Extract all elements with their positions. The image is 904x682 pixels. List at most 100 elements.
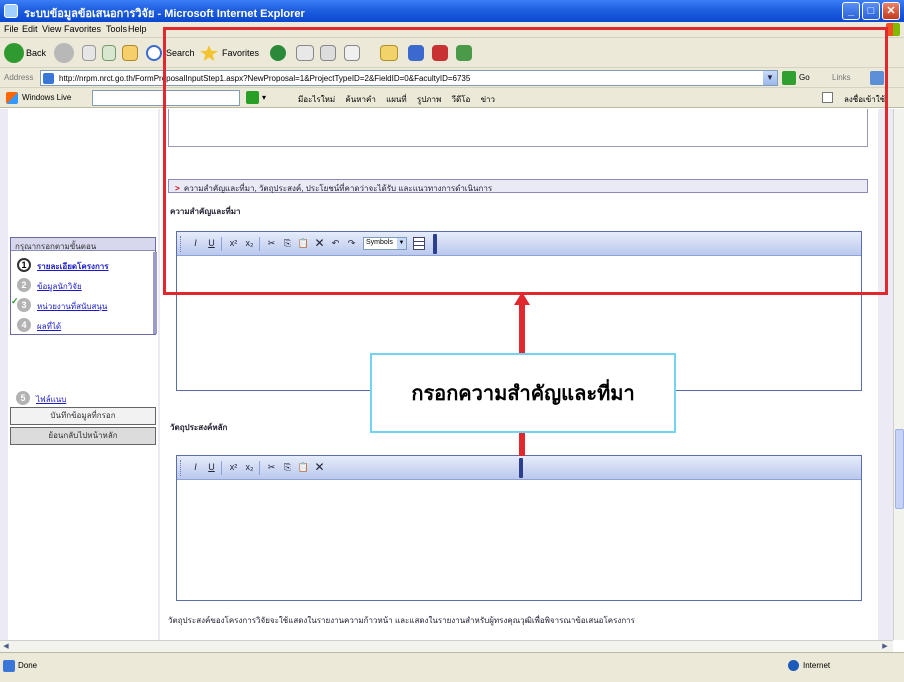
step-1[interactable]: 1 รายละเอียดโครงการ (17, 258, 157, 274)
ie-logo-icon (4, 4, 18, 18)
step-5[interactable]: 5 ไฟล์แนบ (16, 391, 156, 407)
back-label: Back (26, 48, 47, 58)
back-to-main-button[interactable]: ย้อนกลับไปหน้าหลัก (10, 427, 156, 445)
step-4[interactable]: 4 ผลที่ได้ (17, 318, 157, 334)
scroll-right-icon[interactable]: ▶ (880, 642, 890, 651)
vertical-scroll-thumb[interactable] (895, 429, 904, 509)
scroll-left-icon[interactable]: ◀ (1, 642, 11, 651)
close-button[interactable]: ✕ (882, 2, 900, 20)
subscript-button[interactable]: x₂ (243, 237, 256, 250)
back-arrow-icon[interactable] (4, 43, 24, 63)
edit-page-icon[interactable] (344, 45, 360, 61)
live-search-button[interactable] (246, 91, 259, 104)
live-link-new[interactable]: มีอะไรใหม่ (298, 95, 335, 104)
links-label[interactable]: Links (832, 73, 851, 82)
save-data-button[interactable]: บันทึกข้อมูลที่กรอก (10, 407, 156, 425)
live-link-news[interactable]: ข่าว (481, 95, 495, 104)
forward-arrow-icon[interactable] (54, 43, 74, 63)
delete-icon[interactable]: ✕ (313, 461, 326, 474)
menu-help[interactable]: Help (128, 24, 147, 34)
symbols-select[interactable]: Symbols ▼ (363, 237, 407, 250)
go-arrow-icon[interactable] (782, 71, 796, 85)
italic-button[interactable]: I (189, 237, 202, 250)
live-link-maps[interactable]: แผนที่ (386, 95, 407, 104)
step-1-label[interactable]: รายละเอียดโครงการ (37, 260, 109, 273)
table-icon[interactable] (413, 237, 425, 250)
step-2[interactable]: 2 ข้อมูลนักวิจัย (17, 278, 157, 294)
superscript-button[interactable]: x² (227, 237, 240, 250)
menu-edit[interactable]: Edit (22, 24, 38, 34)
step-2-label[interactable]: ข้อมูลนักวิจัย (37, 280, 82, 293)
refresh-icon[interactable] (102, 45, 116, 61)
underline-button[interactable]: U (205, 461, 218, 474)
go-button[interactable]: Go (799, 73, 810, 82)
stop-icon[interactable] (82, 45, 96, 61)
background-field-label: ความสำคัญและที่มา (170, 207, 241, 216)
minimize-button[interactable]: _ (842, 2, 860, 20)
messenger-icon[interactable] (408, 45, 424, 61)
paste-icon[interactable]: 📋 (297, 461, 310, 474)
toolbar-end-grip (433, 234, 437, 254)
mail-icon[interactable] (296, 45, 314, 61)
step-2-number: 2 (17, 278, 31, 292)
menu-file[interactable]: File (4, 24, 19, 34)
live-link-images[interactable]: รูปภาพ (417, 95, 441, 104)
live-sign-in[interactable]: ลงชื่อเข้าใช้ (844, 93, 885, 106)
windows-live-toolbar: Windows Live ▾ มีอะไรใหม่ ค้นหาคำ แผนที่… (0, 88, 904, 108)
folder-icon[interactable] (380, 45, 398, 61)
print-icon[interactable] (320, 45, 336, 61)
live-search-input[interactable] (92, 90, 240, 106)
history-icon[interactable] (270, 45, 286, 61)
redo-icon[interactable]: ↷ (345, 237, 358, 250)
research-icon[interactable] (432, 45, 448, 61)
address-dropdown-icon[interactable]: ▼ (763, 71, 777, 85)
toolbar-end-grip (519, 458, 523, 478)
step-3-label[interactable]: หน่วยงานที่สนับสนุน (37, 300, 107, 313)
live-link-words[interactable]: ค้นหาคำ (345, 95, 375, 104)
links-extra-icon[interactable] (870, 71, 884, 85)
live-checkbox-icon[interactable] (822, 92, 833, 103)
paste-icon[interactable]: 📋 (297, 237, 310, 250)
search-icon[interactable] (146, 45, 162, 61)
toolbar-grip[interactable] (180, 236, 183, 252)
status-page-icon (3, 660, 15, 672)
maximize-button[interactable]: □ (862, 2, 880, 20)
italic-button[interactable]: I (189, 461, 202, 474)
status-text: Done (18, 661, 38, 670)
menu-favorites[interactable]: Favorites (64, 24, 101, 34)
favorites-label: Favorites (222, 48, 260, 58)
vertical-scrollbar[interactable] (893, 109, 904, 640)
section-marker: > (175, 184, 180, 193)
underline-button[interactable]: U (205, 237, 218, 250)
status-bar: Done Internet (0, 652, 904, 682)
address-url[interactable]: http://nrpm.nrct.go.th/FormProposalInput… (59, 74, 470, 83)
cut-icon[interactable]: ✂ (265, 461, 278, 474)
home-icon[interactable] (122, 45, 138, 61)
address-field[interactable]: http://nrpm.nrct.go.th/FormProposalInput… (40, 70, 778, 86)
copy-icon[interactable]: ⎘ (281, 237, 294, 250)
step-5-label[interactable]: ไฟล์แนบ (36, 393, 66, 406)
page-icon (43, 73, 54, 84)
toolbar-grip[interactable] (180, 460, 183, 476)
menu-view[interactable]: View (42, 24, 61, 34)
toolbar-separator (221, 237, 222, 251)
symbols-dropdown-icon[interactable]: ▼ (397, 238, 406, 249)
favorites-star-icon[interactable] (200, 45, 218, 61)
step-4-label[interactable]: ผลที่ได้ (37, 320, 61, 333)
window-titlebar: ระบบข้อมูลข้อเสนอการวิจัย - Microsoft In… (0, 0, 904, 22)
tools-icon[interactable] (456, 45, 472, 61)
menu-tools[interactable]: Tools (106, 24, 127, 34)
copy-icon[interactable]: ⎘ (281, 461, 294, 474)
cut-icon[interactable]: ✂ (265, 237, 278, 250)
live-search-dropdown-icon[interactable]: ▾ (262, 93, 266, 102)
step-3[interactable]: ✓ 3 หน่วยงานที่สนับสนุน (11, 296, 157, 314)
superscript-button[interactable]: x² (227, 461, 240, 474)
horizontal-scrollbar[interactable]: ◀ ▶ (0, 640, 893, 652)
delete-icon[interactable]: ✕ (313, 237, 326, 250)
undo-icon[interactable]: ↶ (329, 237, 342, 250)
toolbar-separator (259, 461, 260, 475)
live-links: มีอะไรใหม่ ค้นหาคำ แผนที่ รูปภาพ วีดีโอ … (298, 93, 495, 106)
left-panel: กรุณากรอกตามขั้นตอน 1 รายละเอียดโครงการ … (8, 109, 158, 640)
live-link-video[interactable]: วีดีโอ (452, 95, 471, 104)
subscript-button[interactable]: x₂ (243, 461, 256, 474)
